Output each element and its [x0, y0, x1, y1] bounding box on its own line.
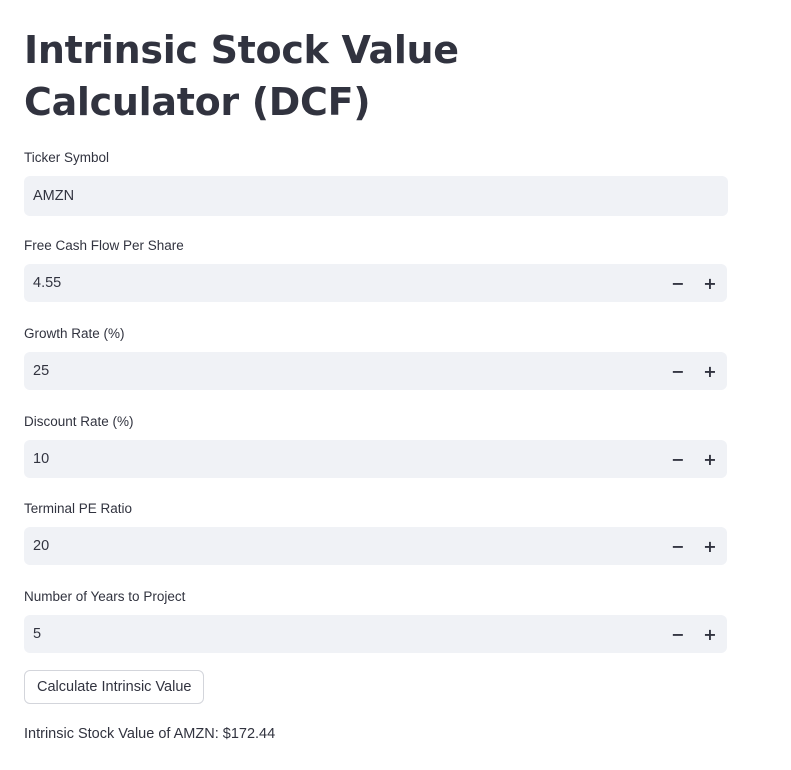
- discount-rate-label: Discount Rate (%): [24, 414, 134, 429]
- ticker-input[interactable]: AMZN: [24, 176, 728, 216]
- growth-rate-label: Growth Rate (%): [24, 326, 125, 341]
- discount-rate-increment-button[interactable]: +: [694, 440, 726, 478]
- ticker-value: AMZN: [33, 188, 75, 204]
- main-content: Intrinsic Stock Value Calculator (DCF) T…: [24, 0, 728, 742]
- terminal-pe-decrement-button[interactable]: −: [662, 527, 694, 565]
- terminal-pe-value[interactable]: 20: [24, 538, 662, 554]
- years-label: Number of Years to Project: [24, 589, 186, 604]
- years-increment-button[interactable]: +: [694, 615, 726, 653]
- terminal-pe-field: Terminal PE Ratio 20 − +: [24, 498, 728, 565]
- years-decrement-button[interactable]: −: [662, 615, 694, 653]
- terminal-pe-input[interactable]: 20 − +: [24, 527, 727, 565]
- fcf-field: Free Cash Flow Per Share 4.55 − +: [24, 235, 728, 302]
- ticker-field: Ticker Symbol AMZN: [24, 147, 728, 216]
- growth-rate-decrement-button[interactable]: −: [662, 352, 694, 390]
- fcf-input[interactable]: 4.55 − +: [24, 264, 727, 302]
- terminal-pe-increment-button[interactable]: +: [694, 527, 726, 565]
- discount-rate-decrement-button[interactable]: −: [662, 440, 694, 478]
- ticker-label: Ticker Symbol: [24, 150, 110, 165]
- fcf-value[interactable]: 4.55: [24, 275, 662, 291]
- years-field: Number of Years to Project 5 − +: [24, 586, 728, 653]
- result-text: Intrinsic Stock Value of AMZN: $172.44: [24, 726, 276, 742]
- fcf-decrement-button[interactable]: −: [662, 264, 694, 302]
- growth-rate-field: Growth Rate (%) 25 − +: [24, 323, 728, 390]
- discount-rate-input[interactable]: 10 − +: [24, 440, 727, 478]
- growth-rate-value[interactable]: 25: [24, 363, 662, 379]
- fcf-increment-button[interactable]: +: [694, 264, 726, 302]
- discount-rate-field: Discount Rate (%) 10 − +: [24, 411, 728, 478]
- years-value[interactable]: 5: [24, 626, 662, 642]
- discount-rate-value[interactable]: 10: [24, 451, 662, 467]
- fcf-label: Free Cash Flow Per Share: [24, 238, 184, 253]
- calculate-button[interactable]: Calculate Intrinsic Value: [24, 670, 205, 704]
- years-input[interactable]: 5 − +: [24, 615, 727, 653]
- growth-rate-increment-button[interactable]: +: [694, 352, 726, 390]
- growth-rate-input[interactable]: 25 − +: [24, 352, 727, 390]
- terminal-pe-label: Terminal PE Ratio: [24, 501, 133, 516]
- page-title: Intrinsic Stock Value Calculator (DCF): [24, 28, 459, 124]
